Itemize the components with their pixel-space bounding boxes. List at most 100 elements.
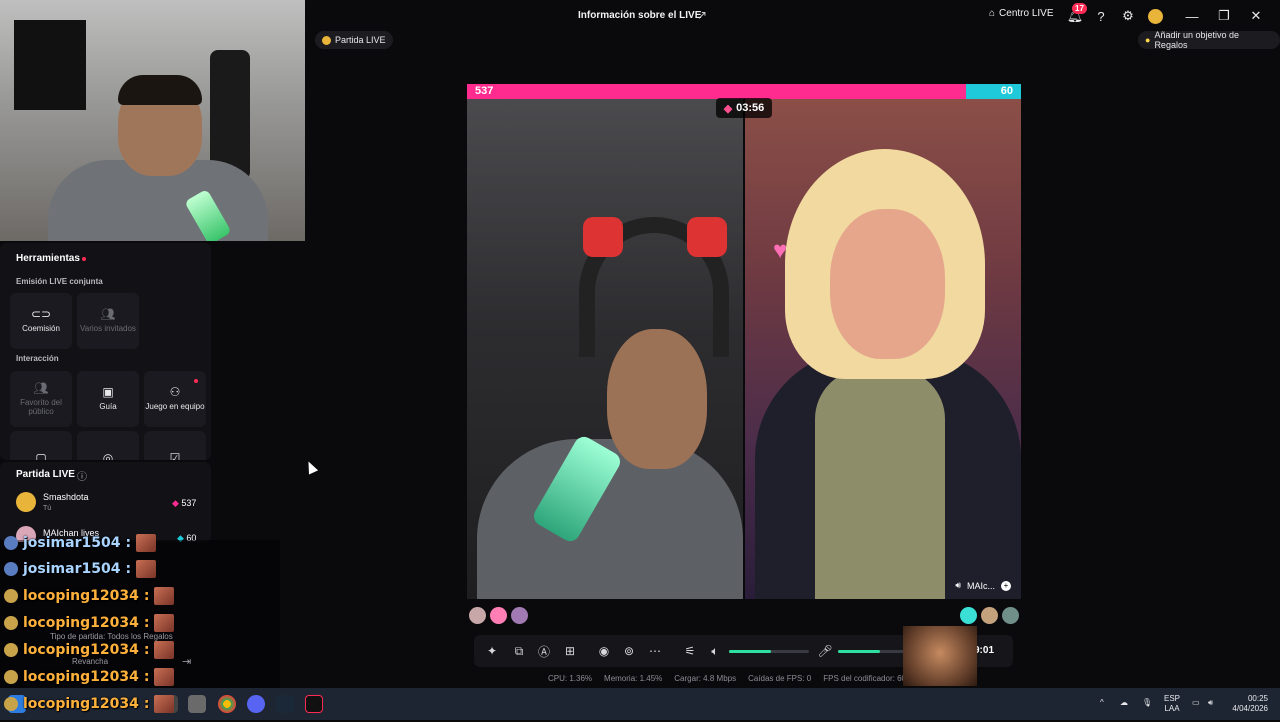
help-icon[interactable]: ?	[1091, 6, 1111, 26]
steam-icon[interactable]	[276, 695, 294, 713]
speaker-icon[interactable]: 🔈︎	[707, 643, 723, 659]
multi-guest-button[interactable]: 👥︎ Varios invitados	[77, 293, 139, 349]
opponent-label[interactable]: 🔊︎ MAIc... +	[955, 580, 1011, 591]
upload-stat: Cargar: 4.8 Mbps	[674, 674, 737, 683]
user-badge-icon	[4, 670, 18, 684]
partida-panel: Partida LIVE ⓘ Smashdota Tú ◆ 537 MAIcha…	[0, 462, 211, 542]
chat-user: josimar1504	[23, 535, 121, 551]
chat-message: josimar1504:	[4, 534, 157, 552]
guide-button[interactable]: ▣ Guía	[77, 371, 139, 427]
gifter-avatar[interactable]	[960, 607, 977, 624]
record-icon[interactable]: ◉	[596, 643, 612, 659]
user-badge-icon	[4, 643, 18, 657]
versus-icon: ◆	[723, 102, 733, 115]
guide-label: Guía	[99, 402, 117, 412]
mic-icon[interactable]: 🎤︎	[817, 643, 833, 659]
tools-title: Herramientas	[16, 253, 80, 264]
chat-message: locoping12034:	[4, 668, 175, 686]
team-icon: ⚇	[169, 385, 181, 399]
chrome-icon[interactable]	[218, 695, 236, 713]
live-info-title[interactable]: Información sobre el LIVE	[578, 10, 701, 21]
gifter-avatar[interactable]	[490, 607, 507, 624]
favorite-button[interactable]: 👥︎ Favorito del público	[10, 371, 72, 427]
help-icon[interactable]: ⓘ	[77, 468, 87, 483]
speaker-icon[interactable]: 🔊︎	[955, 580, 961, 591]
gift-goal-button[interactable]: ● Añadir un objetivo de Regalos	[1138, 30, 1280, 50]
tiktok-live-icon[interactable]	[305, 695, 323, 713]
volume-icon[interactable]: 🔊︎	[1208, 698, 1213, 708]
chat-user: locoping12034	[23, 696, 139, 712]
player-score: ◆ 537	[172, 498, 196, 509]
target-icon: ◎	[102, 451, 114, 460]
tool-tile-5[interactable]: ◎	[77, 431, 139, 460]
home-icon: ⌂	[989, 8, 996, 19]
lang-bottom: LAA	[1164, 704, 1180, 713]
adjust-icon[interactable]: ⚟	[682, 643, 698, 659]
fps-drop-stat: Caídas de FPS: 0	[748, 674, 812, 683]
ai-icon[interactable]: Ⓐ	[536, 643, 552, 659]
gifter-avatar[interactable]	[1002, 607, 1019, 624]
layout-icon[interactable]: ⊞	[562, 643, 578, 659]
minimize-icon[interactable]: —	[1182, 6, 1202, 26]
camera-switch-icon[interactable]: ⊚	[621, 643, 637, 659]
battle-timer: ◆ 03:56	[716, 98, 772, 118]
taskbar-app-icon[interactable]	[188, 695, 206, 713]
gift-icon: ◆	[172, 498, 182, 508]
coemision-button[interactable]: ⊂⊃ Coemisión	[10, 293, 72, 349]
chat-user: josimar1504	[23, 561, 121, 577]
language-indicator[interactable]: ESP LAA	[1164, 694, 1180, 714]
magic-wand-icon[interactable]: ✦	[484, 643, 500, 659]
user-badge-icon	[4, 562, 18, 576]
emote-icon	[154, 614, 175, 632]
gear-icon[interactable]: ⚙	[1118, 6, 1138, 26]
gifter-avatar[interactable]	[511, 607, 528, 624]
team-game-label: Juego en equipo	[145, 402, 205, 412]
battle-score-bar: 537 60	[467, 84, 1021, 99]
chat-message: locoping12034:	[4, 695, 175, 713]
centro-live-button[interactable]: ⌂ Centro LIVE	[989, 8, 1054, 19]
gifter-avatar[interactable]	[981, 607, 998, 624]
mic-fill	[838, 650, 880, 653]
joint-live-heading: Emisión LIVE conjunta	[16, 277, 103, 286]
score-left: 537	[475, 85, 494, 97]
emote-icon	[154, 641, 175, 659]
gifter-avatar[interactable]	[469, 607, 486, 624]
tools-panel: Herramientas Emisión LIVE conjunta ⊂⊃ Co…	[0, 243, 211, 460]
user-badge-icon	[4, 616, 18, 630]
volume-slider[interactable]	[729, 650, 809, 653]
mouse-cursor-icon	[303, 459, 319, 475]
lightbulb-icon: ●	[1145, 35, 1151, 45]
more-icon[interactable]: ⋯	[647, 643, 663, 659]
webcam-preview	[0, 0, 305, 241]
network-icon[interactable]: ☁	[1120, 698, 1128, 708]
chat-user: locoping12034	[23, 669, 139, 685]
multi-guest-label: Varios invitados	[80, 324, 136, 334]
interaction-heading: Interacción	[16, 354, 59, 363]
laughing-face-image	[903, 626, 977, 686]
discord-icon[interactable]	[247, 695, 265, 713]
clock-time: 00:25	[1247, 694, 1268, 703]
chat-message: locoping12034:	[4, 614, 175, 632]
restore-icon[interactable]: ❐	[1214, 6, 1234, 26]
memory-stat: Memoria: 1.45%	[604, 674, 663, 683]
display-icon[interactable]: ▭	[1192, 698, 1200, 708]
add-icon[interactable]: +	[1001, 580, 1011, 591]
exit-icon[interactable]: ⇥	[182, 655, 191, 668]
player-sub: Tú	[43, 505, 52, 512]
share-icon[interactable]: ↗	[697, 8, 707, 22]
user-badge-icon	[4, 536, 18, 550]
coin-icon	[322, 35, 331, 45]
chat-sep: :	[125, 535, 132, 551]
taskbar: ^ ☁ 🎙︎ ESP LAA ▭ 🔊︎ 00:25 4/04/2026	[0, 688, 1280, 720]
avatar[interactable]	[1145, 6, 1165, 26]
chevron-up-icon[interactable]: ^	[1100, 698, 1104, 708]
chat-user: locoping12034	[23, 615, 139, 631]
clock[interactable]: 00:25 4/04/2026	[1228, 694, 1268, 714]
close-icon[interactable]: ✕	[1246, 6, 1266, 26]
tool-tile-6[interactable]: ☑	[144, 431, 206, 460]
screen-icon[interactable]: ⧉	[511, 643, 527, 659]
tool-tile-4[interactable]: ▢	[10, 431, 72, 460]
partida-live-pill[interactable]: Partida LIVE	[315, 31, 393, 49]
mic-tray-icon[interactable]: 🎙︎	[1142, 698, 1152, 708]
mic-slider[interactable]	[838, 650, 908, 653]
